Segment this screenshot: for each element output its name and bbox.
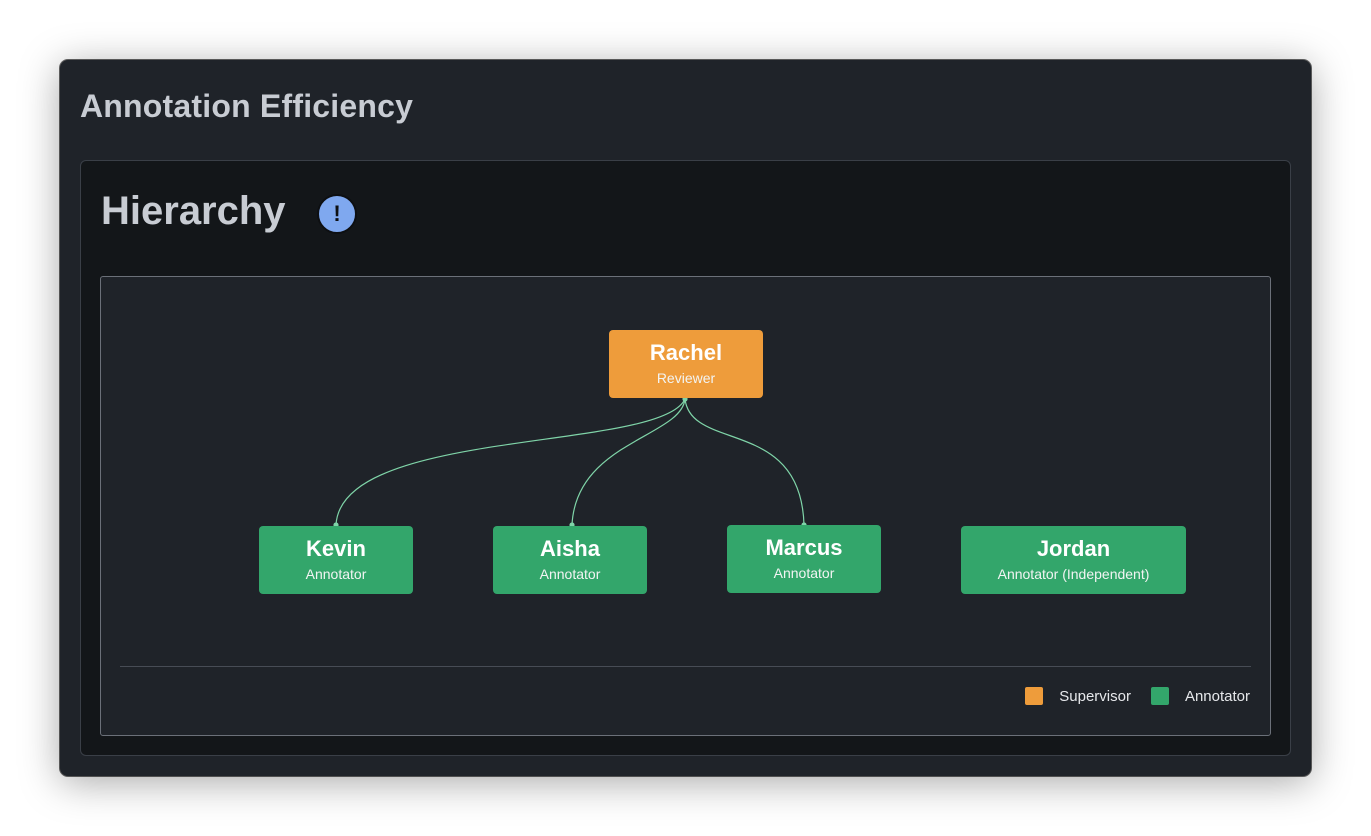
hierarchy-panel: Hierarchy ! Rachel Reviewer Kevin Annota… bbox=[80, 160, 1291, 756]
node-marcus[interactable]: Marcus Annotator bbox=[727, 525, 881, 593]
legend-label: Annotator bbox=[1184, 687, 1250, 705]
node-role: Reviewer bbox=[656, 370, 716, 386]
legend-item-annotator: Annotator bbox=[1150, 687, 1250, 705]
node-name: Rachel bbox=[649, 340, 723, 365]
node-role: Annotator (Independent) bbox=[997, 566, 1150, 582]
connector-rachel-aisha bbox=[571, 398, 686, 526]
connector-rachel-marcus bbox=[684, 398, 805, 526]
exclamation-circle-icon[interactable]: ! bbox=[317, 194, 357, 234]
app-window: Annotation Efficiency Hierarchy ! Rachel… bbox=[60, 60, 1311, 776]
legend: Supervisor Annotator bbox=[1005, 687, 1250, 705]
node-role: Annotator bbox=[539, 566, 601, 582]
hierarchy-chart: Rachel Reviewer Kevin Annotator Aisha An… bbox=[100, 276, 1271, 736]
node-role: Annotator bbox=[773, 565, 835, 581]
node-name: Jordan bbox=[1036, 536, 1111, 561]
node-role: Annotator bbox=[305, 566, 367, 582]
node-name: Aisha bbox=[540, 536, 600, 561]
node-aisha[interactable]: Aisha Annotator bbox=[493, 526, 647, 594]
node-kevin[interactable]: Kevin Annotator bbox=[259, 526, 413, 594]
connector-rachel-kevin bbox=[335, 398, 686, 526]
node-rachel[interactable]: Rachel Reviewer bbox=[609, 330, 763, 398]
legend-swatch-annotator bbox=[1150, 687, 1169, 705]
node-jordan[interactable]: Jordan Annotator (Independent) bbox=[961, 526, 1186, 594]
node-name: Kevin bbox=[306, 536, 366, 561]
legend-item-supervisor: Supervisor bbox=[1025, 687, 1131, 705]
panel-title: Hierarchy bbox=[101, 189, 286, 233]
node-name: Marcus bbox=[765, 535, 843, 560]
legend-swatch-supervisor bbox=[1025, 687, 1044, 705]
legend-label: Supervisor bbox=[1059, 687, 1131, 705]
app-title: Annotation Efficiency bbox=[80, 88, 414, 124]
legend-divider bbox=[120, 666, 1251, 667]
